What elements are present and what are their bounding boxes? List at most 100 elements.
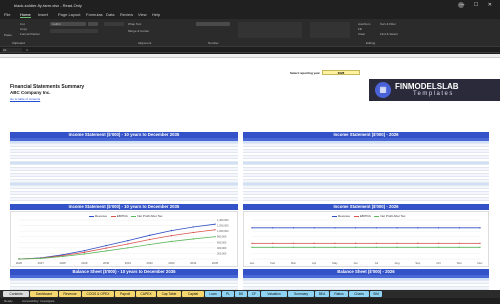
data-point bbox=[396, 227, 398, 229]
x-tick-label: May bbox=[332, 261, 338, 265]
sheet-tab-contents[interactable]: Contents bbox=[3, 291, 29, 297]
accessibility-status[interactable]: Accessibility: Investigate bbox=[22, 299, 55, 303]
chart-is-10y[interactable]: Revenue EBITDA Net Profit After Tax -200… bbox=[10, 211, 238, 267]
merge-center-button[interactable]: Merge & Center bbox=[128, 29, 149, 33]
data-point bbox=[292, 227, 295, 229]
autosum-button[interactable]: AutoSum bbox=[358, 22, 370, 26]
menu-page-layout[interactable]: Page Layout bbox=[58, 12, 80, 17]
sheet-tab-capital[interactable]: Capital bbox=[182, 291, 204, 297]
data-point bbox=[313, 227, 315, 229]
sheet-tab-dashboard[interactable]: Dashboard bbox=[30, 291, 58, 297]
data-point bbox=[313, 242, 315, 245]
find-select-button[interactable]: Find & Select bbox=[380, 32, 398, 36]
sheet-tab-revenue[interactable]: Revenue bbox=[59, 291, 81, 297]
x-tick-label: 2034 bbox=[190, 261, 197, 265]
logo-line2: Templates bbox=[413, 91, 454, 97]
y-tick-label: 800,000 bbox=[217, 235, 227, 239]
sheet-tab-loan[interactable]: Loan bbox=[205, 291, 221, 297]
data-point bbox=[437, 246, 440, 248]
x-tick-label: Apr bbox=[312, 261, 316, 265]
data-point bbox=[83, 253, 86, 255]
sheet-tab-sim[interactable]: SIM bbox=[370, 291, 382, 297]
x-tick-label: Feb bbox=[270, 261, 275, 265]
font-size-select[interactable] bbox=[88, 22, 98, 26]
x-tick-label: 2029 bbox=[81, 261, 88, 265]
menu-file[interactable]: File bbox=[4, 12, 10, 17]
data-point bbox=[375, 227, 378, 229]
data-point bbox=[354, 242, 357, 245]
cells-group[interactable] bbox=[310, 22, 350, 38]
sheet-tab-cf[interactable]: CF bbox=[248, 291, 260, 297]
chart-is-year[interactable]: Revenue EBITDA Net Profit After Tax Jan F… bbox=[243, 211, 489, 267]
sheet-tab-summary[interactable]: Summary bbox=[288, 291, 314, 297]
data-point bbox=[396, 246, 398, 248]
data-point bbox=[251, 227, 253, 229]
name-box[interactable]: A1 bbox=[2, 48, 22, 52]
menu-home[interactable]: Home bbox=[20, 12, 31, 18]
sheet-tab-charts[interactable]: Charts bbox=[349, 291, 369, 297]
data-point bbox=[437, 242, 440, 245]
sheet-tab-capex[interactable]: CAPEX bbox=[136, 291, 156, 297]
data-point bbox=[396, 242, 398, 245]
window-controls[interactable]: — ☐ ✕ bbox=[460, 2, 496, 8]
x-tick-label: Nov bbox=[457, 261, 463, 265]
copy-button[interactable]: Copy bbox=[20, 27, 27, 31]
data-point bbox=[83, 249, 86, 252]
font-format-buttons[interactable] bbox=[50, 29, 98, 33]
menu-data[interactable]: Data bbox=[106, 12, 114, 17]
data-point bbox=[61, 255, 64, 258]
styles-group[interactable] bbox=[238, 22, 302, 38]
worksheet-grid[interactable]: Financial Statements Summary ABC Company… bbox=[0, 54, 500, 290]
sheet-tab-ratios[interactable]: Ratios bbox=[330, 291, 348, 297]
menu-review[interactable]: Review bbox=[120, 12, 133, 17]
fx-icon[interactable]: fx bbox=[26, 48, 28, 52]
sheet-tab-payroll[interactable]: Payroll bbox=[115, 291, 135, 297]
data-point bbox=[479, 246, 481, 248]
x-tick-label: 2028 bbox=[59, 261, 66, 265]
number-format-select[interactable] bbox=[196, 22, 230, 26]
menu-formulas[interactable]: Formulas bbox=[86, 12, 103, 17]
data-point bbox=[214, 229, 216, 231]
data-point bbox=[214, 236, 216, 238]
paste-button[interactable]: Paste bbox=[4, 33, 12, 37]
formula-bar: A1 fx bbox=[0, 47, 500, 53]
sheet-tabs: Contents Dashboard Revenue COGS & OPEX Payro… bbox=[0, 290, 500, 298]
menu-view[interactable]: View bbox=[138, 12, 147, 17]
data-point bbox=[83, 251, 86, 254]
data-point bbox=[334, 246, 336, 248]
sheet-tab-pl[interactable]: PL bbox=[222, 291, 234, 297]
sheet-tab-bs[interactable]: BS bbox=[235, 291, 247, 297]
data-point bbox=[170, 240, 173, 243]
alignment-group-label: Alignment bbox=[138, 41, 152, 45]
select-year-value[interactable]: 2026 bbox=[322, 70, 360, 75]
clear-button[interactable]: Clear bbox=[358, 32, 365, 36]
fill-button[interactable]: Fill bbox=[358, 27, 362, 31]
x-tick-label: Oct bbox=[436, 261, 441, 265]
data-point bbox=[105, 244, 107, 247]
y-tick-label: 1,000,000 bbox=[217, 229, 229, 233]
cut-button[interactable]: Cut bbox=[20, 22, 25, 26]
sheet-tab-cap-table[interactable]: Cap Table bbox=[157, 291, 181, 297]
data-point bbox=[292, 246, 295, 248]
sort-filter-button[interactable]: Sort & Filter bbox=[380, 22, 396, 26]
menu-help[interactable]: Help bbox=[152, 12, 160, 17]
menu-insert[interactable]: Insert bbox=[38, 12, 48, 17]
data-point bbox=[334, 227, 336, 229]
data-point bbox=[313, 246, 315, 248]
data-point bbox=[105, 250, 107, 252]
title-bar: black-soldier-fly-farm.xlsx - Read-Only … bbox=[0, 0, 500, 10]
sheet-tab-valuation[interactable]: Valuation bbox=[261, 291, 287, 297]
status-ready: Ready bbox=[4, 299, 13, 303]
sheet-tab-cogs-opex[interactable]: COGS & OPEX bbox=[82, 291, 114, 297]
legend-ebitda: EBITDA bbox=[116, 214, 128, 218]
align-top-buttons[interactable] bbox=[104, 22, 124, 26]
format-painter-button[interactable]: Format Painter bbox=[20, 32, 40, 36]
editing-group-label: Editing bbox=[366, 41, 376, 45]
data-point bbox=[127, 243, 129, 245]
x-tick-label: 2031 bbox=[125, 261, 132, 265]
ribbon: Paste Cut Copy Format Painter Clipboard … bbox=[0, 19, 500, 47]
wrap-text-button[interactable]: Wrap Text bbox=[128, 22, 141, 26]
sheet-tab-bea[interactable]: BEA bbox=[315, 291, 329, 297]
chart2-svg: Jan Feb Mar Apr May Jun Jul Aug Sep Oct Nov Dec bbox=[250, 219, 483, 265]
toc-link[interactable]: Go to table of contents bbox=[10, 97, 40, 101]
